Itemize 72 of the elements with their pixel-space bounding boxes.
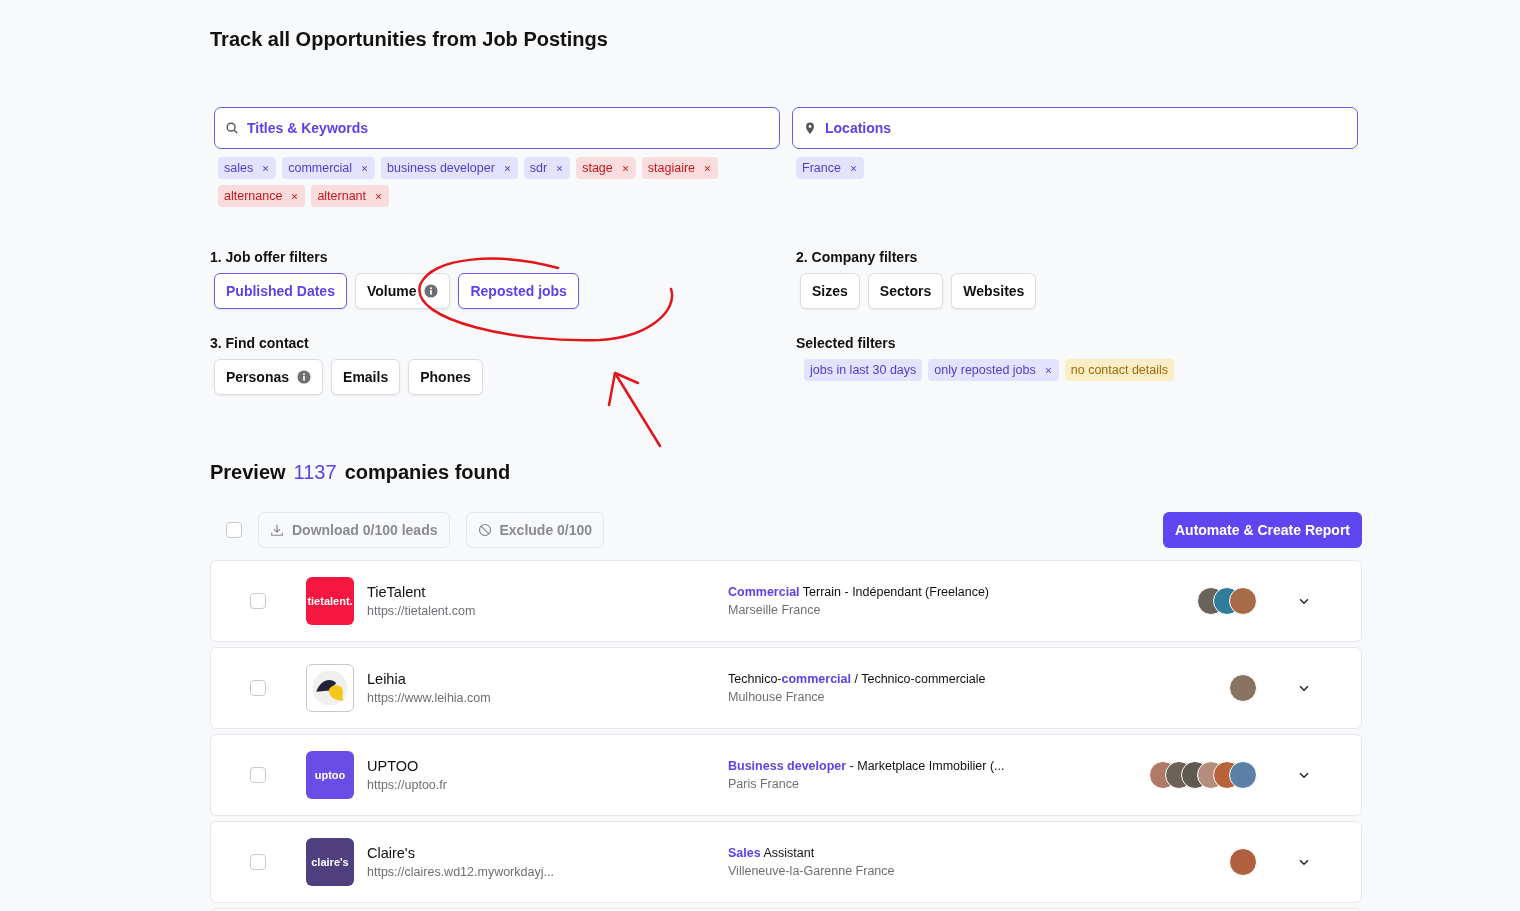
tag-label: jobs in last 30 days xyxy=(810,363,917,377)
filter-button[interactable]: Personas xyxy=(214,359,324,395)
info-icon xyxy=(297,370,312,384)
remove-icon[interactable] xyxy=(555,163,565,173)
tag-label: business developer xyxy=(387,161,495,175)
company-url: https://uptoo.fr xyxy=(367,778,448,792)
job-title: Commercial Terrain - Indépendant (Freelance) xyxy=(728,585,991,599)
section-title: 3. Find contact xyxy=(210,335,310,351)
company-name: UPTOO xyxy=(367,758,420,774)
company-url: https://www.leihia.com xyxy=(367,691,492,705)
preview-label: Preview xyxy=(210,461,286,484)
filter-button[interactable]: Reposted jobs xyxy=(458,273,579,309)
company-name: TieTalent xyxy=(367,584,427,600)
preview-label: companies found xyxy=(344,461,511,484)
tag-label: stagiaire xyxy=(647,161,696,175)
remove-icon[interactable] xyxy=(360,163,370,173)
download-icon xyxy=(270,523,284,537)
row-checkbox[interactable] xyxy=(250,767,266,783)
job-location: Marseille France xyxy=(728,603,822,617)
filter-button[interactable]: Volume xyxy=(354,273,451,309)
job-title: Business developer - Marketplace Immobilier (... xyxy=(728,759,1006,773)
search-field[interactable]: Titles & Keywords xyxy=(214,107,780,149)
automate-button[interactable]: Automate & Create Report xyxy=(1162,512,1362,548)
result-count: 1137 xyxy=(293,461,337,484)
tag-label: commercial xyxy=(288,161,353,175)
location-field[interactable]: Locations xyxy=(792,107,1358,149)
remove-icon[interactable] xyxy=(374,191,384,201)
location-pin-icon xyxy=(803,121,817,135)
tag-label: France xyxy=(802,161,841,175)
remove-icon[interactable] xyxy=(261,163,271,173)
job-location: Mulhouse France xyxy=(728,690,826,704)
company-url: https://tietalent.com xyxy=(367,604,477,618)
search-icon xyxy=(225,121,239,135)
filter-button[interactable]: Published Dates xyxy=(214,273,347,309)
filter-button[interactable]: Phones xyxy=(408,359,483,395)
page-title: Track all Opportunities from Job Postings xyxy=(210,28,609,51)
filter-button[interactable]: Websites xyxy=(951,273,1037,309)
company-logo: claire's xyxy=(306,838,354,886)
remove-icon[interactable] xyxy=(1043,365,1053,375)
job-title: Sales Assistant xyxy=(728,846,816,860)
company-url: https://claires.wd12.myworkdayj... xyxy=(367,865,555,879)
tag-label: no contact details xyxy=(1070,363,1169,377)
filter-button[interactable]: Sizes xyxy=(800,273,860,309)
section-title: Selected filters xyxy=(796,335,897,351)
tag-label: alternant xyxy=(317,189,367,203)
job-title: Technico-commercial / Technico-commerciale xyxy=(728,672,987,686)
remove-icon[interactable] xyxy=(703,163,713,173)
tag-label: alternance xyxy=(224,189,283,203)
filter-button[interactable]: Emails xyxy=(331,359,401,395)
tag-label: stage xyxy=(582,161,613,175)
tag-label: only reposted jobs xyxy=(934,363,1036,377)
job-location: Paris France xyxy=(728,777,800,791)
info-icon xyxy=(424,284,439,298)
block-icon xyxy=(477,523,492,537)
company-name: Claire's xyxy=(367,845,416,861)
row-checkbox[interactable] xyxy=(250,854,266,870)
section-title: 2. Company filters xyxy=(796,249,919,265)
remove-icon[interactable] xyxy=(502,163,512,173)
remove-icon[interactable] xyxy=(620,163,630,173)
company-logo: tietalent. xyxy=(306,577,354,625)
job-location: Villeneuve-la-Garenne France xyxy=(728,864,896,878)
row-checkbox[interactable] xyxy=(250,593,266,609)
company-name: Leihia xyxy=(367,671,407,687)
tag-label: sales xyxy=(224,161,254,175)
company-logo: uptoo xyxy=(306,751,354,799)
remove-icon[interactable] xyxy=(290,191,300,201)
filter-button[interactable]: Sectors xyxy=(867,273,944,309)
remove-icon[interactable] xyxy=(848,163,858,173)
row-checkbox[interactable] xyxy=(250,680,266,696)
select-all-checkbox[interactable] xyxy=(226,522,242,538)
section-title: 1. Job offer filters xyxy=(210,249,329,265)
tag-label: sdr xyxy=(529,161,548,175)
